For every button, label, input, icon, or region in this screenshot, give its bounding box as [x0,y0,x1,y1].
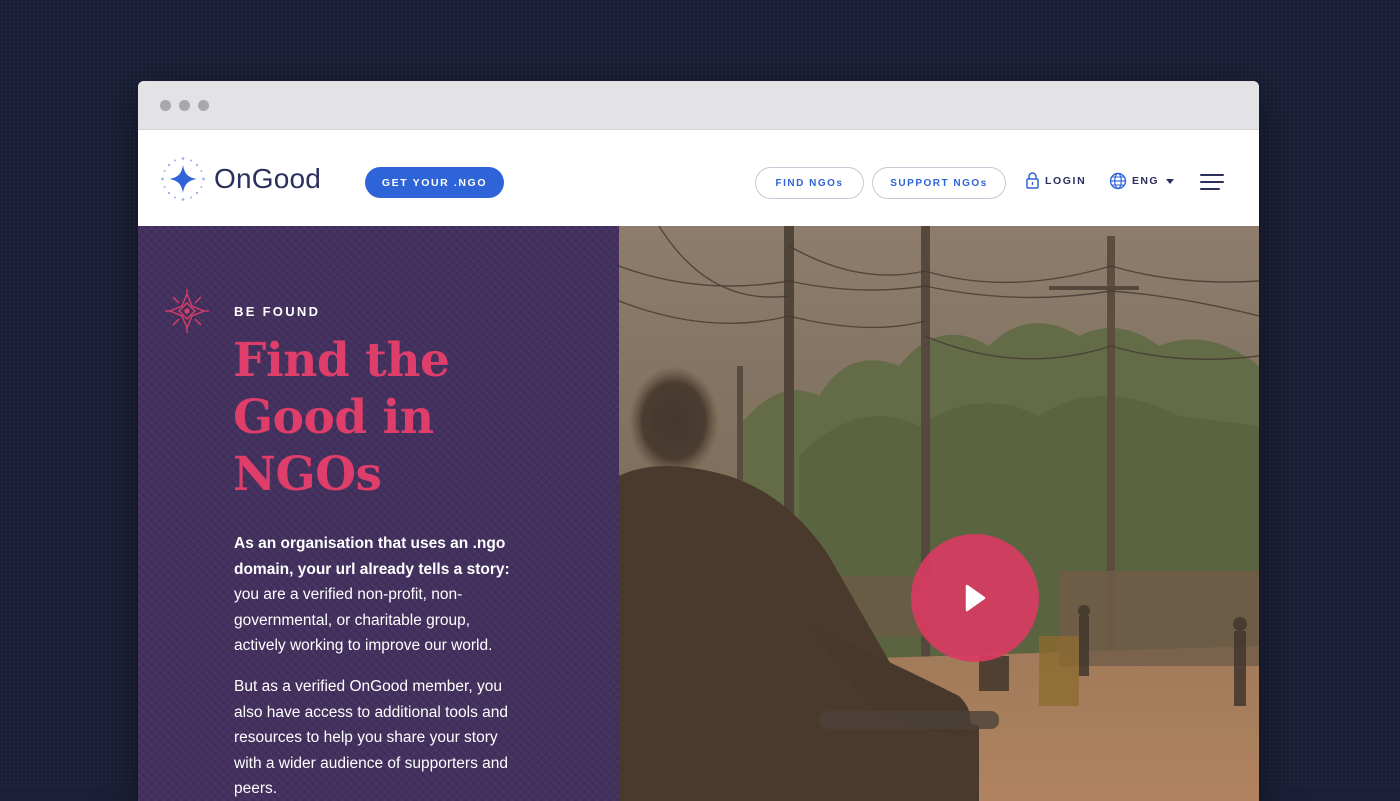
window-dot-minimize[interactable] [179,99,190,111]
chevron-down-icon [1165,178,1174,184]
window-dot-close[interactable] [160,99,171,111]
login-link[interactable]: LOGIN [1026,172,1086,189]
hero-body: As an organisation that uses an .ngo dom… [234,531,524,801]
support-ngos-button[interactable]: SUPPORT NGOs [872,167,1006,199]
hero-paragraph-2: But as a verified OnGood member, you als… [234,677,509,798]
logo[interactable]: OnGood [160,156,321,202]
lock-icon [1026,172,1039,189]
language-label: ENG [1132,175,1159,187]
hamburger-menu-icon[interactable] [1200,174,1224,190]
hero-section: BE FOUND Find the Good in NGOs As an org… [138,226,1259,801]
globe-icon [1109,172,1127,190]
hero-video[interactable] [619,226,1259,801]
find-ngos-button[interactable]: FIND NGOs [755,167,864,199]
play-button[interactable] [911,534,1039,662]
logo-text: OnGood [214,163,322,194]
window-dot-maximize[interactable] [198,99,209,111]
language-selector[interactable]: ENG [1109,172,1174,190]
hero-paragraph-1-rest: you are a verified non-profit, non-gover… [234,586,493,655]
browser-window: OnGood GET YOUR .NGO FIND NGOs SUPPORT N… [138,81,1259,801]
hero-paragraph-1-bold: As an organisation that uses an .ngo dom… [234,535,510,578]
eyebrow-label: BE FOUND [234,304,321,319]
get-your-ngo-button[interactable]: GET YOUR .NGO [365,167,504,198]
sparkle-logo-icon [161,157,205,201]
site-header: OnGood GET YOUR .NGO FIND NGOs SUPPORT N… [138,130,1259,226]
compass-icon [165,289,209,333]
video-still-image [619,226,1259,801]
browser-chrome-bar [138,81,1259,130]
hero-text-panel: BE FOUND Find the Good in NGOs As an org… [138,226,619,801]
login-label: LOGIN [1045,174,1087,187]
hero-paragraph-1: As an organisation that uses an .ngo dom… [234,531,524,659]
play-icon [965,584,986,612]
hero-headline: Find the Good in NGOs [233,333,450,502]
